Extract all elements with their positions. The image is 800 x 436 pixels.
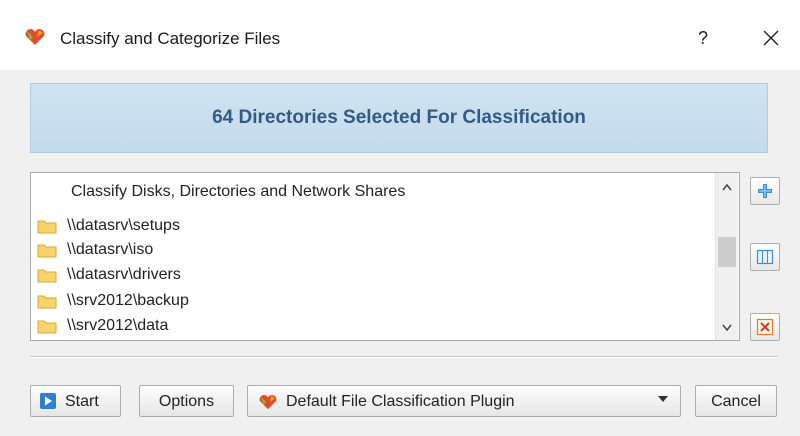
cancel-button[interactable]: Cancel [695, 385, 777, 417]
plugin-select-value: Default File Classification Plugin [286, 393, 515, 410]
folder-icon [37, 220, 57, 234]
folder-icon [37, 320, 57, 334]
list-item-label: \\datasrv\iso [67, 241, 154, 258]
dropdown-arrow-icon [658, 396, 668, 402]
plugin-heart-icon [259, 394, 277, 410]
options-button[interactable]: Options [139, 385, 234, 417]
add-icon [758, 184, 772, 198]
list-item-label: \\srv2012\data [67, 317, 169, 334]
list-item-label: \\datasrv\drivers [67, 266, 181, 283]
window-title: Classify and Categorize Files [60, 29, 281, 48]
close-icon [763, 30, 779, 46]
banner-title: 64 Directories Selected For Classificati… [212, 107, 586, 128]
folder-icon [37, 244, 57, 258]
add-directory-button[interactable] [750, 177, 780, 205]
vertical-scrollbar[interactable] [715, 173, 738, 340]
list-item[interactable]: \\srv2012\data [37, 315, 707, 339]
list-header: Classify Disks, Directories and Network … [71, 183, 406, 200]
list-item[interactable]: \\datasrv\iso [37, 239, 707, 263]
cancel-label: Cancel [711, 393, 761, 410]
list-item[interactable]: \\datasrv\drivers [37, 264, 707, 288]
chevron-up-icon [722, 183, 732, 191]
properties-button[interactable] [750, 243, 780, 271]
help-button[interactable]: ? [688, 24, 718, 52]
remove-icon [756, 318, 774, 336]
options-label: Options [158, 393, 215, 410]
list-item[interactable]: \\datasrv\setups [37, 215, 707, 239]
close-button[interactable] [756, 24, 786, 52]
start-button[interactable]: Start [30, 385, 121, 417]
columns-icon [756, 249, 774, 265]
scroll-down-button[interactable] [716, 318, 738, 338]
scroll-up-button[interactable] [716, 177, 738, 197]
folder-icon [37, 269, 57, 283]
app-heart-icon [25, 29, 45, 45]
list-item[interactable]: \\srv2012\backup [37, 290, 707, 314]
selection-banner: 64 Directories Selected For Classificati… [30, 83, 768, 153]
chevron-down-icon [722, 324, 732, 332]
scroll-thumb[interactable] [718, 237, 736, 267]
folder-icon [37, 295, 57, 309]
list-item-label: \\srv2012\backup [67, 292, 189, 309]
plugin-select[interactable]: Default File Classification Plugin [247, 385, 681, 417]
separator [30, 356, 778, 358]
directory-list[interactable]: Classify Disks, Directories and Network … [30, 172, 740, 341]
start-label: Start [65, 393, 99, 410]
play-icon [40, 393, 56, 409]
title-bar: Classify and Categorize Files ? [0, 0, 800, 70]
remove-directory-button[interactable] [750, 313, 780, 341]
list-item-label: \\datasrv\setups [67, 217, 180, 234]
